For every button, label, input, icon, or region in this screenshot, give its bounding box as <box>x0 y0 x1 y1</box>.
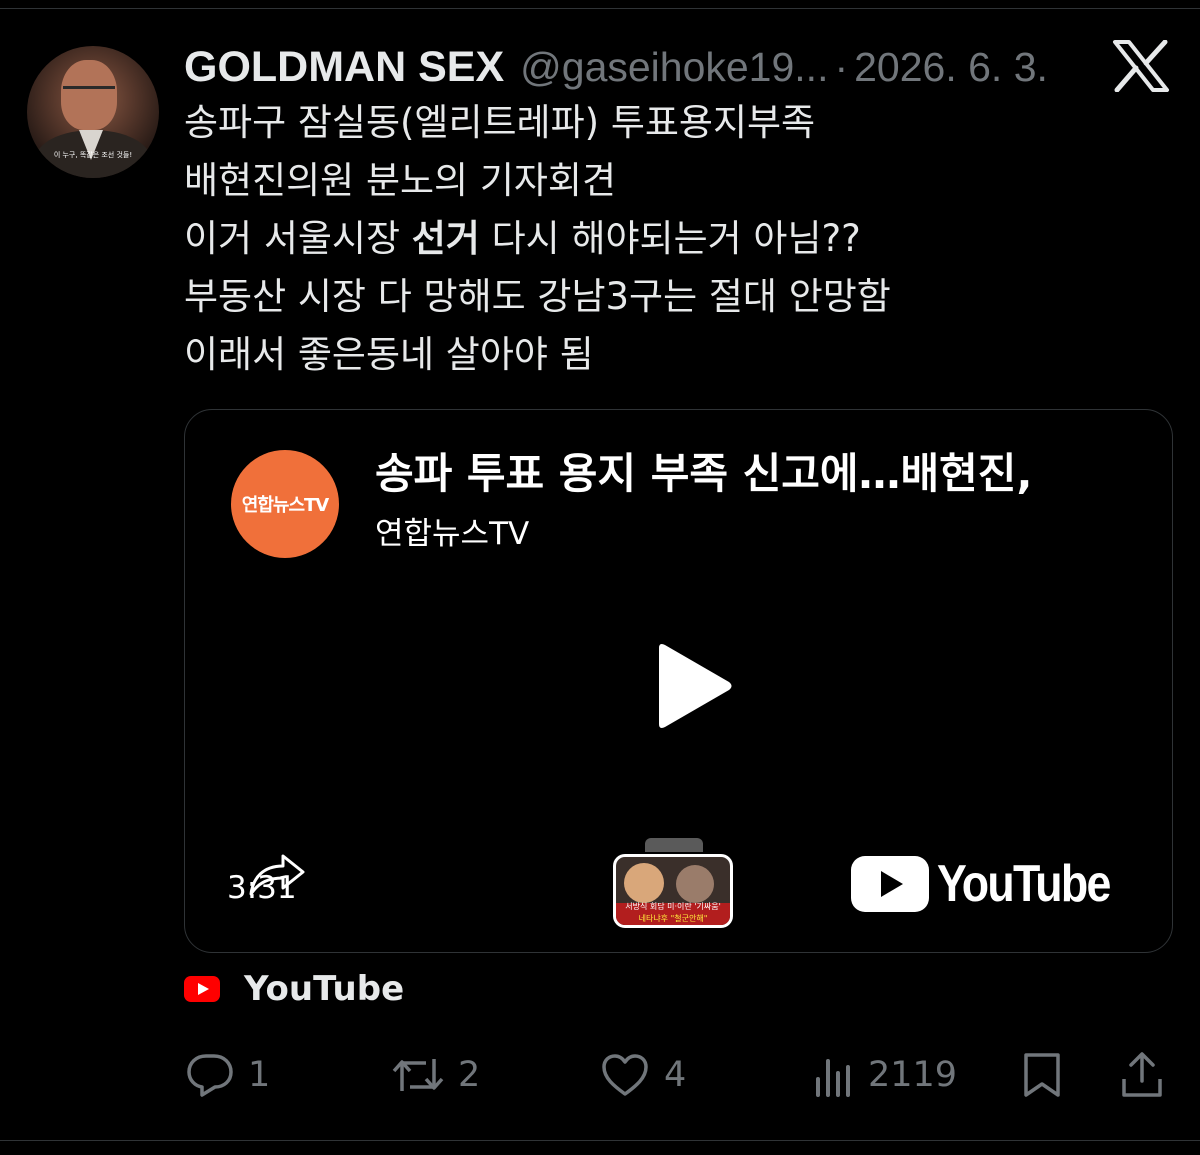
youtube-wordmark: YouTube <box>937 855 1111 913</box>
avatar[interactable]: 이 누구, 똑같은 조선 것들! <box>27 46 159 178</box>
post-text-line: 이거 서울시장 선거 다시 해야되는거 아님?? <box>184 210 1144 268</box>
video-card[interactable]: 연합뉴스TV 송파 투표 용지 부족 신고에…배현진, 연합뉴스TV 3:31 … <box>184 409 1173 953</box>
repost-button[interactable]: 2 <box>392 1048 480 1102</box>
repost-icon <box>392 1053 444 1097</box>
post-date[interactable]: 2026. 6. 3. <box>854 44 1048 91</box>
post-text-line: 송파구 잠실동(엘리트레파) 투표용지부족 <box>184 101 816 144</box>
repost-count: 2 <box>458 1055 481 1095</box>
channel-logo[interactable]: 연합뉴스TV <box>231 450 339 558</box>
post-text-line: 부동산 시장 다 망해도 강남3구는 절대 안망함 <box>184 275 891 318</box>
user-handle[interactable]: @gaseihoke19... <box>520 44 828 91</box>
thumbnail-person <box>624 863 664 903</box>
source-label: YouTube <box>244 969 405 1009</box>
thumbnail-caption: 서방식 회담 미·이란 '기싸움' <box>625 902 721 911</box>
action-bar: 1 2 4 2119 <box>184 1048 1174 1102</box>
heart-icon <box>600 1052 650 1098</box>
thumbnail-person <box>676 865 714 903</box>
views-button[interactable]: 2119 <box>814 1048 957 1102</box>
video-duration: 3:31 <box>227 870 297 906</box>
like-button[interactable]: 4 <box>600 1048 686 1102</box>
thumbnail-caption: 네타냐후 "철군안해" <box>638 914 708 923</box>
like-count: 4 <box>664 1055 687 1095</box>
youtube-icon <box>184 976 220 1002</box>
avatar-glasses <box>63 86 115 99</box>
display-name[interactable]: GOLDMAN SEX <box>184 43 504 92</box>
reply-button[interactable]: 1 <box>186 1048 270 1102</box>
thumbnail-image: 서방식 회담 미·이란 '기싸움' 네타냐후 "철군안해" <box>613 854 733 928</box>
bookmark-icon <box>1022 1051 1062 1099</box>
bookmark-button[interactable] <box>1022 1048 1062 1102</box>
link-source[interactable]: YouTube <box>184 966 404 1012</box>
separator-dot: · <box>834 43 849 90</box>
reply-icon <box>186 1052 234 1098</box>
post-text-bold: 선거 <box>411 217 480 260</box>
top-divider <box>0 8 1200 9</box>
post-text-span: 이거 서울시장 <box>184 217 412 260</box>
views-count: 2119 <box>868 1055 958 1095</box>
play-icon[interactable] <box>641 638 737 734</box>
post-text: 송파구 잠실동(엘리트레파) 투표용지부족 배현진의원 분노의 기자회견 이거 … <box>184 94 1144 384</box>
bottom-divider <box>0 1140 1200 1141</box>
x-logo-icon[interactable] <box>1112 39 1170 93</box>
youtube-play-icon <box>851 856 929 912</box>
related-video-thumbnail[interactable]: 서방식 회담 미·이란 '기싸움' 네타냐후 "철군안해" <box>613 838 735 928</box>
views-icon <box>814 1053 854 1097</box>
thumbnail-stack-back <box>645 838 703 852</box>
youtube-logo[interactable]: YouTube <box>851 854 1138 914</box>
post-text-line: 이래서 좋은동네 살아야 됨 <box>184 333 594 376</box>
share-icon <box>1120 1051 1164 1099</box>
post-header: GOLDMAN SEX @gaseihoke19... · 2026. 6. 3… <box>184 40 1048 94</box>
post-text-span: 다시 해야되는거 아님?? <box>479 217 861 260</box>
video-channel-name[interactable]: 연합뉴스TV <box>375 508 529 553</box>
share-button[interactable] <box>1120 1048 1164 1102</box>
reply-count: 1 <box>248 1055 271 1095</box>
avatar-caption: 이 누구, 똑같은 조선 것들! <box>53 151 133 159</box>
post-text-line: 배현진의원 분노의 기자회견 <box>184 159 617 202</box>
video-title[interactable]: 송파 투표 용지 부족 신고에…배현진, <box>375 440 1155 501</box>
